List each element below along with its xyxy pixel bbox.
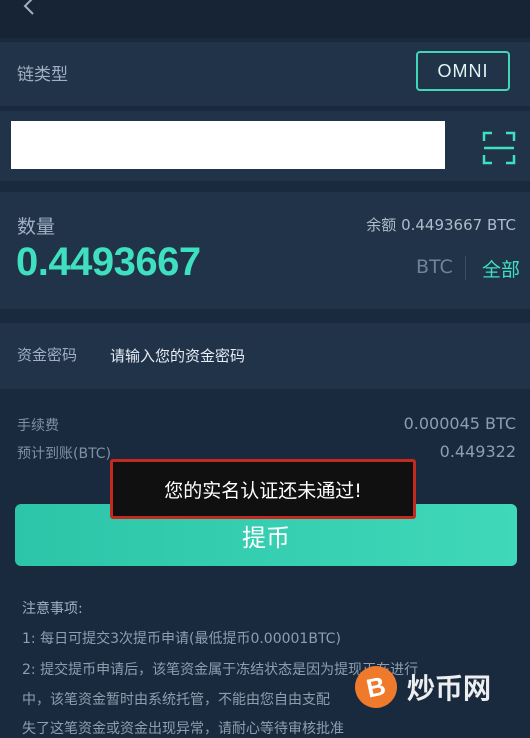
estimate-value: 0.449322 (439, 442, 516, 461)
amount-panel: 数量 余额 0.4493667 BTC 0.4493667 BTC 全部 (0, 192, 530, 309)
amount-value[interactable]: 0.4493667 (16, 240, 201, 285)
watermark-text: 炒币网 (407, 672, 492, 705)
password-input[interactable] (108, 337, 412, 375)
fee-value: 0.000045 BTC (403, 414, 516, 433)
balance-text: 余额 0.4493667 BTC (366, 216, 516, 234)
note-item: 1: 每日可提交3次提币申请(最低提币0.00001BTC) (22, 631, 341, 647)
toast-message: 您的实名认证还未通过! (110, 459, 416, 519)
back-icon[interactable] (14, 0, 44, 24)
scan-icon[interactable] (482, 131, 516, 165)
password-label: 资金密码 (17, 346, 78, 364)
bitcoin-logo-icon: B (351, 662, 401, 712)
top-bar (0, 0, 530, 38)
notes-title: 注意事项: (22, 601, 83, 617)
password-row: 资金密码 (0, 323, 530, 389)
amount-unit: BTC (416, 256, 453, 278)
address-row (0, 111, 530, 181)
note-item: 失了这笔资金或资金出现异常，请耐心等待审核批准 (22, 721, 344, 737)
estimate-label: 预计到账(BTC) (17, 446, 112, 462)
fee-label: 手续费 (17, 418, 59, 434)
note-item: 中，该笔资金暂时由系统托管，不能由您自由支配 (22, 692, 330, 708)
address-input[interactable] (11, 121, 445, 169)
withdraw-all-button[interactable]: 全部 (482, 255, 520, 282)
chain-omni-button[interactable]: OMNI (416, 51, 510, 91)
divider (465, 256, 466, 280)
chain-type-row: 链类型 OMNI (0, 42, 530, 106)
watermark: B 炒币网 (351, 662, 525, 712)
chain-type-label: 链类型 (17, 65, 68, 85)
amount-label: 数量 (17, 216, 56, 238)
